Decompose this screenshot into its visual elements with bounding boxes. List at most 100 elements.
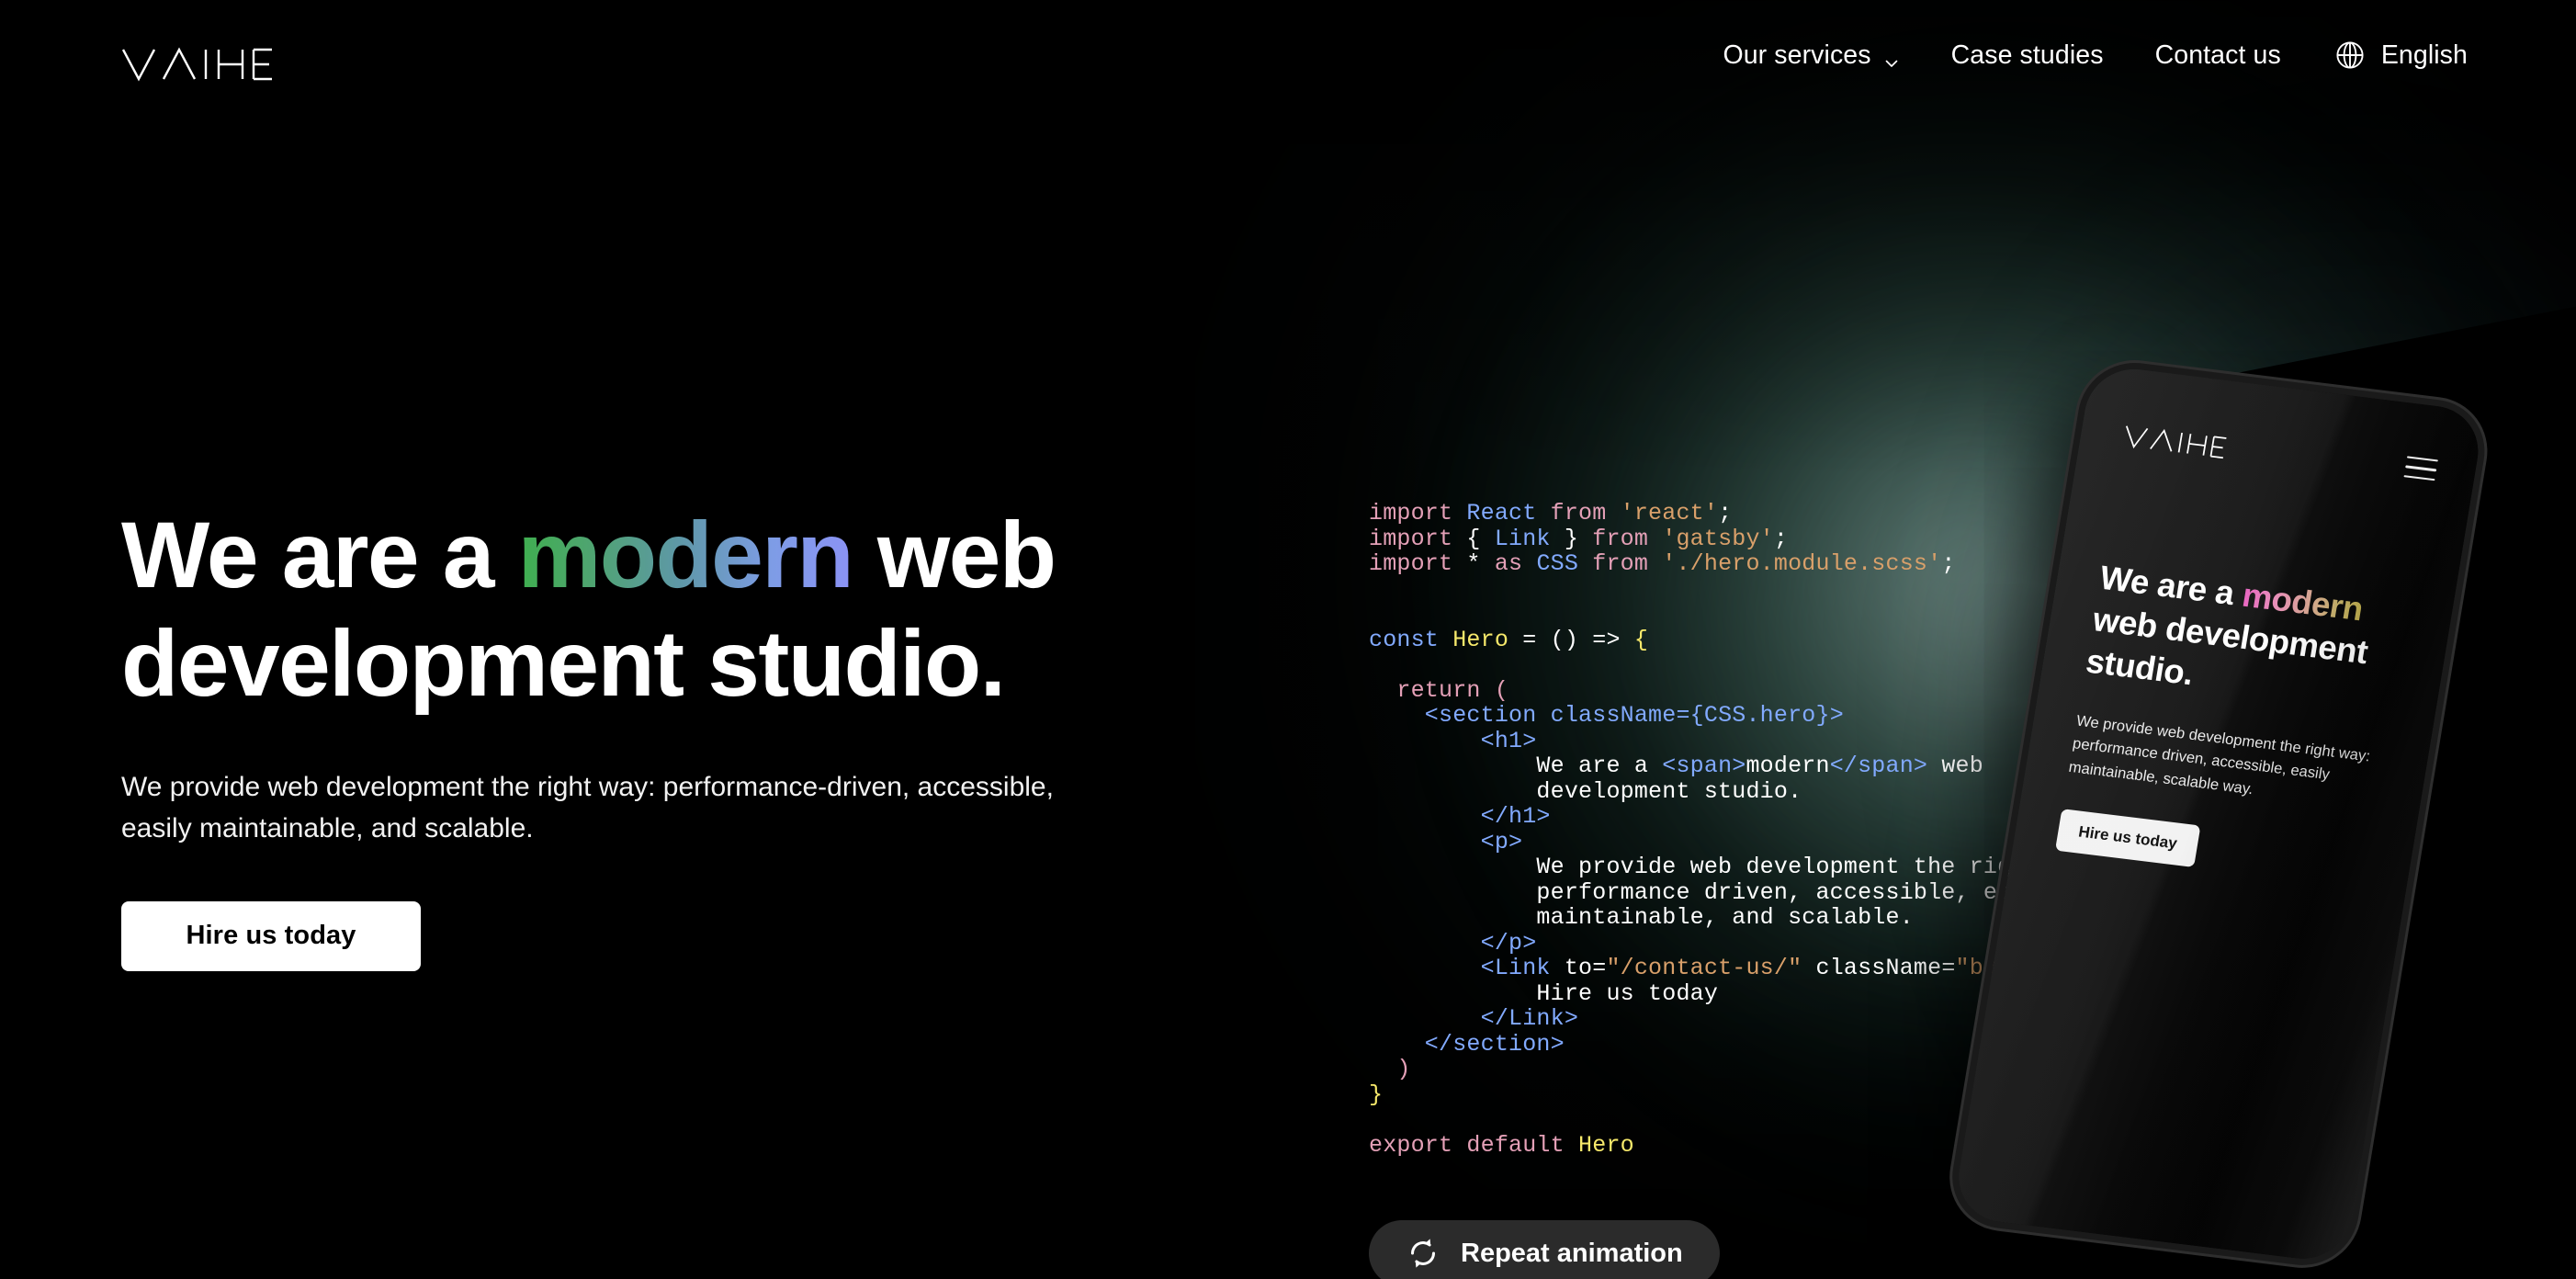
code-token: ; <box>1718 500 1733 526</box>
code-token: 'gatsby' <box>1662 525 1774 552</box>
hero-subtext: We provide web development the right way… <box>121 771 1054 844</box>
code-line: const Hero = () => { <box>1369 626 2196 653</box>
code-token: => <box>1592 626 1621 653</box>
code-token: const <box>1369 626 1453 653</box>
code-line: <Link to="/contact-us/" className="butto… <box>1369 956 2196 981</box>
code-token: ; <box>1941 550 1956 577</box>
code-token: className={CSS.hero}> <box>1550 702 1844 729</box>
code-token: from <box>1578 550 1663 577</box>
code-token: </h1> <box>1369 803 1551 830</box>
code-line: <section className={CSS.hero}> <box>1369 703 2196 729</box>
code-preview: import React from 'react'; import { Link … <box>1369 501 2196 1158</box>
hire-us-today-button[interactable]: Hire us today <box>121 900 421 971</box>
phone-side-button-volume <box>2424 527 2454 606</box>
nav-item-our-services[interactable]: Our services <box>1697 40 1925 71</box>
brand-logo[interactable]: VAIHE <box>121 28 274 83</box>
nav-item-case-studies[interactable]: Case studies <box>1926 40 2130 71</box>
code-line: ) <box>1369 1057 2196 1082</box>
code-token: Link <box>1494 525 1551 552</box>
code-line: We are a <span>modern</span> web <box>1369 753 2196 779</box>
code-line: </section> <box>1369 1030 2196 1058</box>
code-token: modern <box>1746 753 1830 779</box>
code-line: </Link> <box>1369 1006 2196 1032</box>
phone-vaihe-wordmark-icon <box>2125 425 2227 459</box>
code-token: export default <box>1369 1131 1579 1159</box>
hero-headline: We are a modern web development studio. <box>121 501 1205 719</box>
code-line: </h1> <box>1369 804 2196 830</box>
language-switcher[interactable]: English <box>2307 40 2468 71</box>
code-line: <p> <box>1369 828 2196 855</box>
code-token: <Link <box>1369 955 1565 981</box>
code-line: import { Link } from 'gatsby'; <box>1369 526 2196 552</box>
code-token: CSS <box>1536 550 1579 577</box>
code-token: </p> <box>1369 929 1537 956</box>
phone-brand-logo: VAIHE <box>2121 424 2228 460</box>
language-label: English <box>2380 40 2468 70</box>
code-line: maintainable, and scalable. <box>1369 905 2196 931</box>
code-token: </span> <box>1829 753 1928 779</box>
code-token: return <box>1369 676 1495 704</box>
nav-item-contact-us[interactable]: Contact us <box>2130 40 2307 71</box>
code-token: * <box>1466 550 1495 577</box>
globe-icon <box>2334 40 2366 71</box>
code-token: Hero <box>1578 1131 1634 1159</box>
code-token: as <box>1494 550 1537 577</box>
code-line: development studio. <box>1369 777 2196 805</box>
hero-headline-accent: modern <box>517 503 854 607</box>
hero-section: We are a modern web development studio. … <box>121 501 1205 971</box>
code-token: <p> <box>1369 828 1523 855</box>
code-line: </p> <box>1369 929 2196 956</box>
code-token: ; <box>1773 525 1789 552</box>
code-token: React <box>1466 500 1537 526</box>
code-token: performance driven, accessible, easily <box>1369 878 2068 906</box>
code-token: <h1> <box>1369 727 1537 754</box>
code-token: = () <box>1508 626 1593 653</box>
code-token: <span> <box>1662 753 1746 779</box>
code-token: </section> <box>1369 1030 1565 1058</box>
refresh-cycle-icon <box>1406 1236 1441 1271</box>
phone-side-button-power <box>2404 640 2445 780</box>
code-token: ( <box>1494 676 1509 704</box>
repeat-animation-label: Repeat animation <box>1461 1238 1683 1268</box>
code-token: We are a <box>1369 753 1663 779</box>
phone-headline-accent: modern <box>2239 576 2367 628</box>
page-root: VAIHE Our services Case studies Contact … <box>0 0 2576 1279</box>
code-line: import * as CSS from './hero.module.scss… <box>1369 551 2196 577</box>
code-token: maintainable, and scalable. <box>1369 904 1914 931</box>
chevron-down-icon <box>1883 49 1900 67</box>
code-token: <section <box>1369 702 1551 729</box>
hero-headline-part1: We are a <box>121 503 518 607</box>
nav-item-our-services-label: Our services <box>1723 40 1871 70</box>
code-line: performance driven, accessible, easily <box>1369 878 2196 906</box>
code-token: to= <box>1564 955 1607 981</box>
code-line: export default Hero <box>1369 1131 2196 1159</box>
code-token: We provide web development the right way… <box>1369 854 2109 880</box>
hamburger-menu-icon[interactable] <box>2402 456 2438 488</box>
code-line: } <box>1369 1081 2196 1108</box>
site-header: VAIHE Our services Case studies Contact … <box>0 0 2576 110</box>
code-token: development studio. <box>1369 777 1802 805</box>
code-token: } <box>1550 525 1579 552</box>
code-token: import <box>1369 525 1467 552</box>
repeat-animation-button[interactable]: Repeat animation <box>1369 1220 1720 1279</box>
code-token: "/contact-us/" <box>1606 955 1802 981</box>
code-token: './hero.module.scss' <box>1662 550 1942 577</box>
code-line: <h1> <box>1369 727 2196 754</box>
main-navigation: Our services Case studies Contact us Eng… <box>1697 40 2468 71</box>
code-token: > <box>2067 955 2082 981</box>
code-line: import React from 'react'; <box>1369 501 2196 526</box>
code-line: Hire us today <box>1369 979 2196 1007</box>
code-token: from <box>1578 525 1663 552</box>
nav-item-contact-us-label: Contact us <box>2154 40 2281 70</box>
code-token: Hire us today <box>1369 979 1719 1007</box>
code-token: web <box>1927 753 1983 779</box>
code-line: return ( <box>1369 676 2196 704</box>
code-line: We provide web development the right way… <box>1369 855 2196 880</box>
code-token: "button" <box>1955 955 2068 981</box>
code-token: from <box>1536 500 1621 526</box>
code-token: 'react' <box>1620 500 1719 526</box>
